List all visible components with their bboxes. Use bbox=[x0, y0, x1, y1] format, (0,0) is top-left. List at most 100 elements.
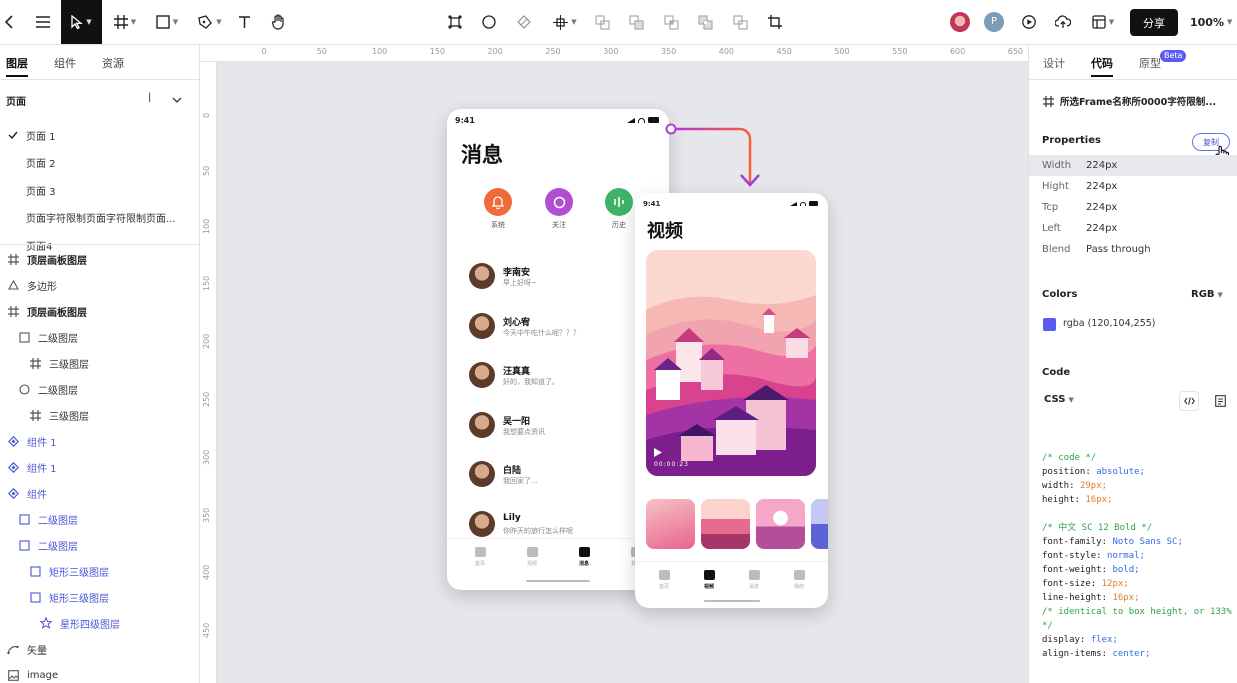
chevron-down-icon[interactable] bbox=[172, 94, 182, 107]
layer-item[interactable]: 顶层画板图层 bbox=[0, 247, 199, 271]
layer-item[interactable]: 二级图层 bbox=[0, 507, 199, 531]
page-item[interactable]: 页面字符限制页面字符限制页面... bbox=[0, 206, 199, 230]
layer-item[interactable]: 三级图层 bbox=[0, 403, 199, 427]
layer-item-label: 矢量 bbox=[27, 645, 47, 657]
intersect-icon[interactable] bbox=[662, 0, 680, 44]
tab-layers[interactable]: 图层 bbox=[6, 55, 28, 77]
layer-item[interactable]: image bbox=[0, 663, 199, 683]
video-cover-illustration[interactable]: 00:00:23 bbox=[646, 250, 816, 476]
component-icon bbox=[6, 434, 20, 448]
layer-item[interactable]: 矩形三级图层 bbox=[0, 585, 199, 609]
thumbnail-3[interactable] bbox=[756, 499, 805, 549]
layer-item[interactable]: 组件 bbox=[0, 481, 199, 505]
flatten-icon[interactable] bbox=[731, 0, 749, 44]
code-copy-button[interactable] bbox=[1210, 391, 1230, 411]
thumbnail-1[interactable] bbox=[646, 499, 695, 549]
subtract-icon[interactable] bbox=[627, 0, 645, 44]
vector-icon bbox=[6, 642, 20, 656]
layer-item[interactable]: 二级图层 bbox=[0, 325, 199, 349]
phone-frame-video[interactable]: 9:41 视频 00:00:23 首页 视频 消息 我的 bbox=[635, 193, 828, 608]
canvas[interactable]: 9:41 消息 系统 关注 历史 李南安 早上好呀~ 刘心宥 今天中午吃什么呢？？？ 汪… bbox=[217, 62, 1028, 683]
pen-tool-button[interactable]: ▼ bbox=[195, 0, 225, 44]
hand-tool-button[interactable] bbox=[268, 0, 288, 44]
tab-item[interactable]: 视频 bbox=[694, 570, 724, 590]
shape-tool-button[interactable]: ▼ bbox=[152, 0, 182, 44]
history-shortcut[interactable] bbox=[605, 188, 633, 216]
share-button[interactable]: 分享 bbox=[1130, 9, 1178, 36]
component-tool-icon[interactable] bbox=[446, 0, 464, 44]
home-indicator bbox=[526, 580, 590, 582]
thumbnail-4[interactable] bbox=[811, 499, 828, 549]
tab-item[interactable]: 消息 bbox=[739, 570, 769, 590]
frame-icon bbox=[1043, 95, 1054, 107]
tab-code[interactable]: 代码 bbox=[1091, 55, 1113, 77]
layer-item[interactable]: 顶层画板图层 bbox=[0, 299, 199, 323]
prototype-connector[interactable] bbox=[662, 119, 762, 194]
thumbnail-2[interactable] bbox=[701, 499, 750, 549]
frame-tool-button[interactable]: ▼ bbox=[110, 0, 140, 44]
code-block[interactable]: /* code */position: absolute; width: 29px… bbox=[1042, 451, 1232, 661]
property-row[interactable]: Tcp 224px bbox=[1029, 197, 1237, 218]
follow-shortcut[interactable] bbox=[545, 188, 573, 216]
contact-row[interactable]: 吴一阳 我想要点资讯 bbox=[469, 411, 649, 442]
text-tool-button[interactable] bbox=[235, 0, 253, 44]
crop-icon[interactable] bbox=[766, 0, 784, 44]
play-icon[interactable] bbox=[654, 448, 662, 457]
code-property: height: bbox=[1042, 495, 1086, 505]
ruler-tick: 550 bbox=[892, 47, 908, 56]
user-avatar[interactable]: P bbox=[984, 12, 1004, 32]
page-item[interactable]: 页面 2 bbox=[0, 151, 199, 175]
code-view-button[interactable] bbox=[1179, 391, 1199, 411]
exclude-icon[interactable] bbox=[696, 0, 714, 44]
upload-cloud-icon[interactable] bbox=[1053, 0, 1073, 44]
menu-icon[interactable] bbox=[33, 0, 53, 44]
page-item[interactable]: 页面 3 bbox=[0, 178, 199, 202]
property-row[interactable]: Hight 224px bbox=[1029, 176, 1237, 197]
layer-item[interactable]: 二级图层 bbox=[0, 377, 199, 401]
tab-assets[interactable]: 资源 bbox=[102, 55, 124, 71]
boolean-tool-icon[interactable] bbox=[515, 0, 533, 44]
layout-view-button[interactable]: ▼ bbox=[1088, 0, 1118, 44]
ellipse-tool-icon[interactable] bbox=[480, 0, 498, 44]
tab-design[interactable]: 设计 bbox=[1043, 55, 1065, 71]
color-mode-select[interactable]: RGB ▼ bbox=[1191, 289, 1223, 300]
tab-item[interactable]: 消息 bbox=[569, 547, 599, 567]
property-row[interactable]: Width 224px bbox=[1029, 155, 1237, 176]
system-shortcut[interactable] bbox=[484, 188, 512, 216]
align-tool-button[interactable]: ▼ bbox=[550, 0, 580, 44]
property-row[interactable]: Left 224px bbox=[1029, 218, 1237, 239]
play-icon[interactable] bbox=[1019, 0, 1039, 44]
property-row[interactable]: Blend Pass through bbox=[1029, 239, 1237, 260]
union-icon[interactable] bbox=[593, 0, 611, 44]
tab-item[interactable]: 我的 bbox=[784, 570, 814, 590]
tab-prototype[interactable]: 原型 bbox=[1139, 55, 1161, 71]
zoom-select[interactable]: 100% ▼ bbox=[1190, 0, 1232, 44]
layer-item[interactable]: 星形四级图层 bbox=[0, 611, 199, 635]
tab-item[interactable]: 首页 bbox=[465, 547, 495, 567]
contact-row[interactable]: 白陆 我回家了... bbox=[469, 461, 649, 491]
contact-row[interactable]: 刘心宥 今天中午吃什么呢？？？ bbox=[469, 312, 649, 343]
layer-item[interactable]: 矩形三级图层 bbox=[0, 559, 199, 583]
layer-item[interactable]: 三级图层 bbox=[0, 351, 199, 375]
back-icon[interactable] bbox=[0, 0, 18, 44]
layer-item[interactable]: 矢量 bbox=[0, 637, 199, 661]
tab-item[interactable]: 视频 bbox=[517, 547, 547, 567]
layer-item[interactable]: 组件 1 bbox=[0, 455, 199, 479]
color-swatch[interactable] bbox=[1043, 318, 1056, 331]
avatar bbox=[469, 411, 495, 438]
layer-item[interactable]: 二级图层 bbox=[0, 533, 199, 557]
move-tool-button[interactable]: ▼ bbox=[61, 0, 102, 44]
contact-row[interactable]: 李南安 早上好呀~ bbox=[469, 263, 649, 293]
code-language-select[interactable]: CSS ▼ bbox=[1044, 394, 1074, 405]
page-item[interactable]: 页面 1 bbox=[0, 123, 199, 147]
collaborator-avatar[interactable] bbox=[950, 12, 970, 32]
contact-name: Lily bbox=[503, 512, 521, 523]
code-property: font-family: bbox=[1042, 537, 1113, 547]
signal-icon bbox=[790, 201, 797, 206]
contact-row[interactable]: Lily 你昨天的旅行怎么样呢 bbox=[469, 510, 649, 541]
layer-item[interactable]: 多边形 bbox=[0, 273, 199, 297]
layer-item[interactable]: 组件 1 bbox=[0, 429, 199, 453]
tab-components[interactable]: 组件 bbox=[54, 55, 76, 71]
tab-item[interactable]: 首页 bbox=[649, 570, 679, 590]
contact-row[interactable]: 汪真真 好的，我知道了。 bbox=[469, 362, 649, 392]
